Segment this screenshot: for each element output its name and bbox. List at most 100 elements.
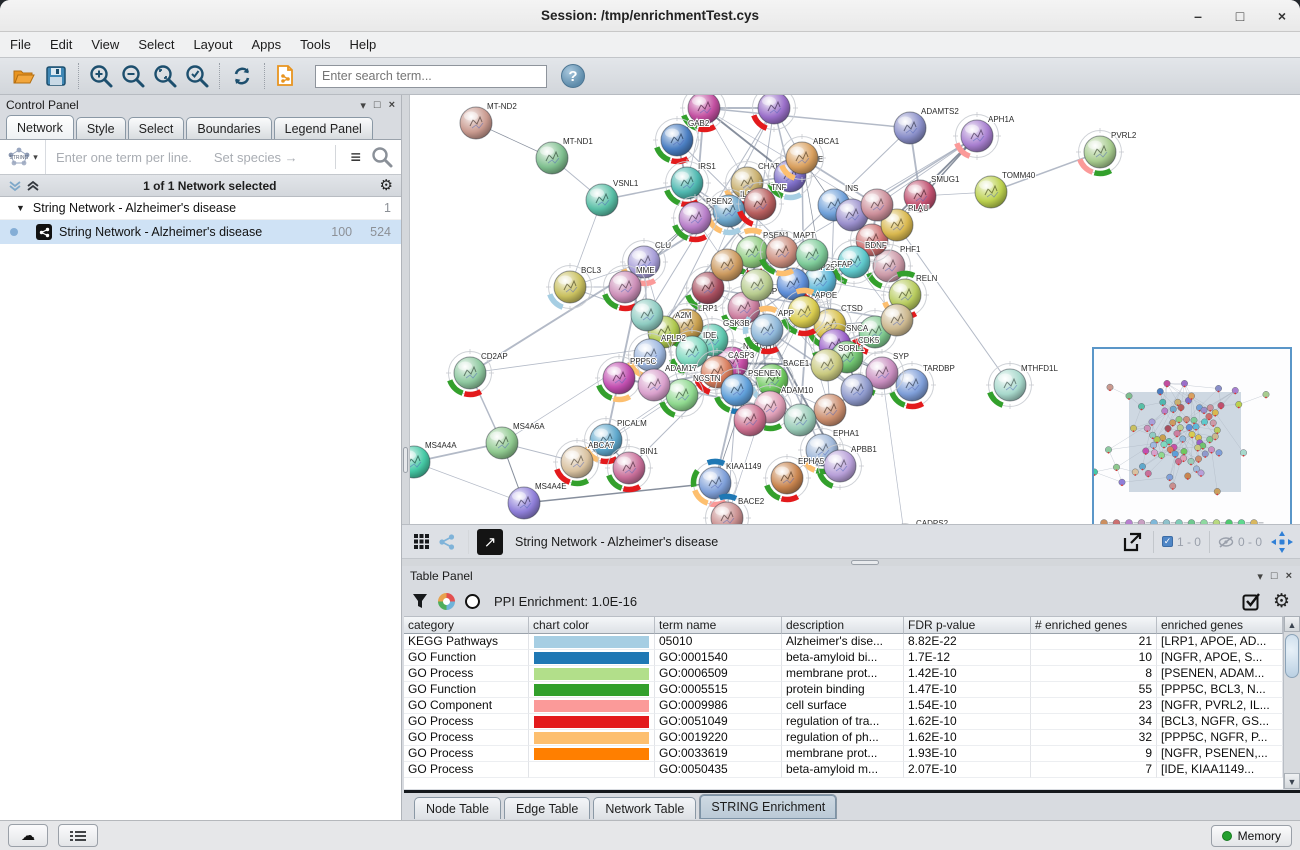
gear-icon[interactable]: ⚙ [1273,592,1290,611]
panel-close-icon[interactable]: × [389,99,395,111]
network-node[interactable] [784,404,816,436]
search-input[interactable] [315,65,547,88]
network-node[interactable]: MT-ND1 [536,137,593,174]
scroll-up-arrow[interactable]: ▲ [1284,616,1300,632]
chart-icon[interactable] [438,593,455,610]
scroll-down-arrow[interactable]: ▼ [1284,773,1300,789]
network-node[interactable] [796,239,828,271]
zoom-selected-button[interactable] [181,61,213,91]
collapse-all-icon[interactable] [8,179,22,193]
export-view-button[interactable] [1119,529,1145,555]
refresh-button[interactable] [226,61,258,91]
menu-item-help[interactable]: Help [350,37,377,52]
column-header-0[interactable]: category [404,616,529,634]
table-row[interactable]: GO ProcessGO:0019220regulation of ph...1… [404,730,1283,746]
cloud-tasks-button[interactable]: ☁ [8,824,48,847]
open-file-button[interactable] [8,61,40,91]
network-node[interactable] [741,269,773,301]
network-collection-row[interactable]: ▼ String Network - Alzheimer's disease 1 [0,197,401,220]
splitter-handle[interactable] [403,447,408,473]
ring-chart-icon[interactable] [465,594,480,609]
memory-button[interactable]: Memory [1211,825,1292,847]
select-rows-icon[interactable] [1242,592,1261,611]
network-node[interactable] [711,249,743,281]
zoom-fit-button[interactable] [149,61,181,91]
scrollbar-thumb[interactable] [1285,634,1299,678]
navigator-compass-icon[interactable] [1270,530,1294,554]
string-options-button[interactable]: ≡ [342,147,369,168]
network-node[interactable] [861,189,893,221]
tab-edge-table[interactable]: Edge Table [504,797,590,819]
network-node[interactable]: APH1A [953,112,1015,160]
expand-all-icon[interactable] [26,179,40,193]
tree-expander-icon[interactable]: ▼ [16,203,25,213]
column-header-3[interactable]: description [782,616,904,634]
tab-string-enrichment[interactable]: STRING Enrichment [699,794,837,819]
network-node[interactable]: MT-ND2 [460,102,517,139]
splitter-handle[interactable] [851,560,879,565]
column-header-5[interactable]: # enriched genes [1031,616,1157,634]
menu-item-tools[interactable]: Tools [300,37,330,52]
string-protein-query-button[interactable]: STRING ▾ [0,140,46,174]
column-header-4[interactable]: FDR p-value [904,616,1031,634]
network-node[interactable]: ADAMTS2 [894,107,959,144]
string-search-button[interactable] [369,144,395,170]
tab-node-table[interactable]: Node Table [414,797,501,819]
tab-boundaries[interactable]: Boundaries [186,117,271,139]
network-node[interactable] [631,299,663,331]
share-network-button[interactable] [434,529,460,555]
column-header-2[interactable]: term name [655,616,782,634]
panel-float-icon[interactable]: □ [1271,570,1278,582]
tab-legend-panel[interactable]: Legend Panel [274,117,373,139]
detach-view-button[interactable]: ↗ [477,529,503,555]
table-row[interactable]: GO FunctionGO:0001540beta-amyloid bi...1… [404,650,1283,666]
table-row[interactable]: GO ProcessGO:0006509membrane prot...1.42… [404,666,1283,682]
network-node[interactable] [881,304,913,336]
vertical-scrollbar[interactable]: ▲ ▼ [1283,616,1300,789]
close-button[interactable]: × [1274,8,1290,24]
filter-icon[interactable] [412,593,428,610]
table-row[interactable]: GO FunctionGO:0005515protein binding1.47… [404,682,1283,698]
grid-view-button[interactable] [408,529,434,555]
tab-network[interactable]: Network [6,115,74,139]
export-network-button[interactable] [271,61,303,91]
string-query-placeholder[interactable]: Enter one term per line. [46,150,192,165]
network-node[interactable] [814,394,846,426]
minimize-button[interactable]: – [1190,8,1206,24]
panel-float-icon[interactable]: □ [374,99,381,111]
menu-item-edit[interactable]: Edit [50,37,72,52]
menu-item-view[interactable]: View [91,37,119,52]
save-session-button[interactable] [40,61,72,91]
tab-style[interactable]: Style [76,117,126,139]
birds-eye-view[interactable] [1092,347,1292,524]
menu-item-layout[interactable]: Layout [193,37,232,52]
network-node[interactable]: CD2AP [446,349,508,397]
column-header-6[interactable]: enriched genes [1157,616,1283,634]
tab-select[interactable]: Select [128,117,185,139]
network-node[interactable] [841,374,873,406]
table-row[interactable]: GO ProcessGO:0051049regulation of tra...… [404,714,1283,730]
network-row-selected[interactable]: String Network - Alzheimer's disease 100… [0,220,401,244]
menu-item-file[interactable]: File [10,37,31,52]
column-header-1[interactable]: chart color [529,616,655,634]
table-row[interactable]: GO ProcessGO:0033619membrane prot...1.93… [404,746,1283,762]
panel-close-icon[interactable]: × [1286,570,1292,582]
network-node[interactable]: VSNL1 [586,179,639,216]
table-row[interactable]: KEGG Pathways05010Alzheimer's dise...8.8… [404,634,1283,650]
network-node[interactable]: PVRL2 [1076,128,1137,176]
maximize-button[interactable]: □ [1232,8,1248,24]
network-view[interactable]: MT-ND2MT-ND1VSNL1CD2APMS4A6AMS4A4AMS4A4E… [402,95,1300,524]
panel-menu-icon[interactable]: ▾ [1257,570,1263,583]
panel-menu-icon[interactable]: ▾ [360,99,366,112]
network-node[interactable]: TARDBP [888,361,955,409]
network-node[interactable]: APBB2 [750,95,811,132]
gear-icon[interactable]: ⚙ [380,178,393,193]
table-row[interactable]: GO ProcessGO:0050435beta-amyloid m...2.0… [404,762,1283,778]
network-node[interactable]: BCL3 [546,263,602,311]
network-node[interactable] [734,404,766,436]
table-row[interactable]: GO ComponentGO:0009986cell surface1.54E-… [404,698,1283,714]
network-node[interactable]: TOMM40 [975,171,1036,208]
set-species-link[interactable]: Set species → [214,150,298,165]
menu-item-apps[interactable]: Apps [252,37,282,52]
help-button[interactable]: ? [561,64,585,88]
